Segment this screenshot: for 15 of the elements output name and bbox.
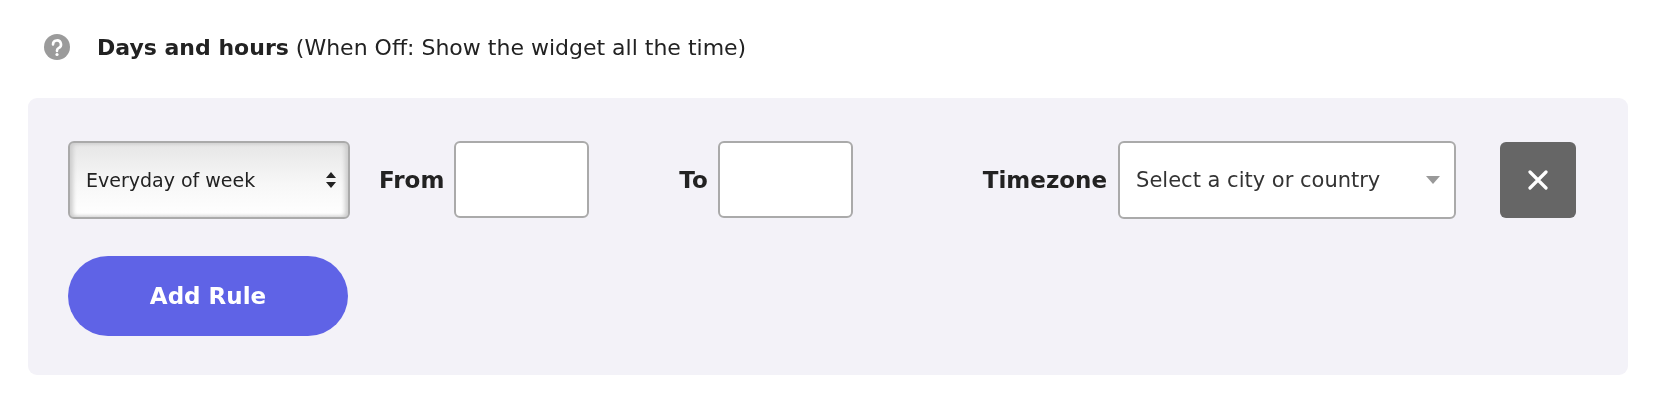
add-rule-button[interactable]: Add Rule xyxy=(68,256,348,336)
caret-icon xyxy=(1426,175,1441,184)
section-title: Days and hours xyxy=(97,34,289,60)
day-select[interactable]: Everyday of week xyxy=(68,140,350,219)
field-label: Timezone xyxy=(982,166,1108,193)
field-label: From xyxy=(379,166,445,193)
close-icon xyxy=(1528,169,1549,190)
field-label: To xyxy=(679,166,708,193)
timezone-select[interactable]: Select a city or country xyxy=(1118,140,1457,219)
from-input[interactable] xyxy=(454,141,590,218)
section-note: (When Off: Show the widget all the time) xyxy=(295,34,747,60)
to-input[interactable] xyxy=(717,141,853,218)
up-down-arrows-icon xyxy=(326,170,336,189)
remove-button[interactable] xyxy=(1500,141,1577,218)
help-icon xyxy=(44,34,70,60)
